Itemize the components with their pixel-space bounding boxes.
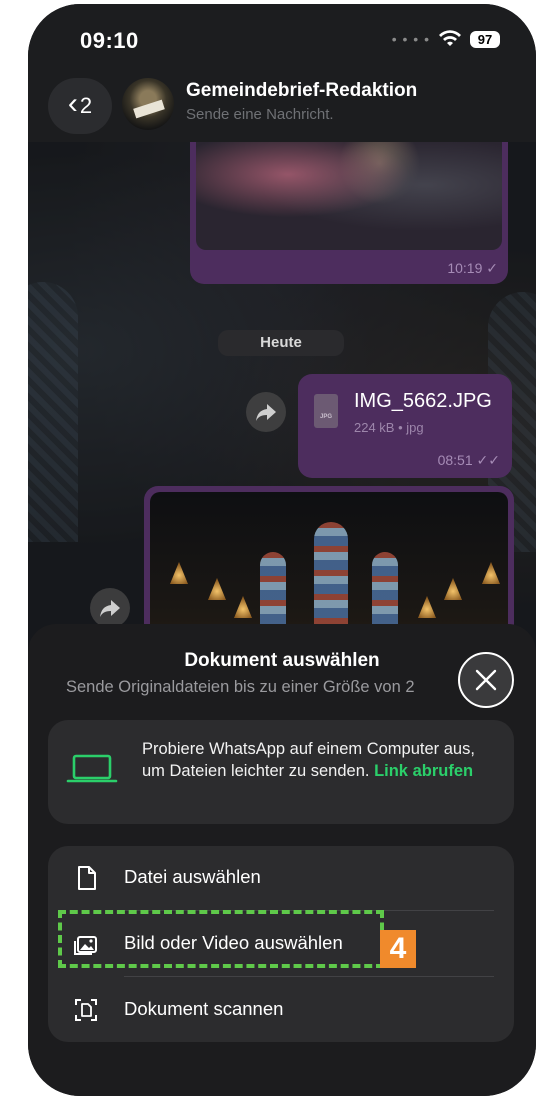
file-meta: 224 kB • jpg: [354, 420, 424, 435]
wifi-icon: [439, 30, 461, 46]
status-bar: 09:10 • • • • 97: [28, 4, 536, 68]
battery-indicator: 97: [470, 30, 500, 48]
option-label: Datei auswählen: [124, 866, 261, 887]
photo-thumbnail[interactable]: [196, 142, 502, 250]
option-scan-document[interactable]: Dokument scannen: [48, 978, 514, 1042]
file-name: IMG_5662.JPG: [354, 390, 492, 412]
step-highlight-frame: [58, 910, 384, 968]
sheet-subtitle: Sende Originaldateien bis zu einer Größe…: [66, 678, 415, 696]
chat-subtitle: Sende eine Nachricht.: [186, 106, 334, 123]
message-time: 08:51 ✓✓: [437, 452, 500, 468]
status-time: 09:10: [80, 28, 139, 53]
day-separator: Heute: [218, 330, 344, 356]
forward-button[interactable]: [246, 392, 286, 432]
chat-header: ‹ 2 Gemeindebrief-Redaktion Sende eine N…: [28, 68, 536, 142]
close-button[interactable]: [458, 652, 514, 708]
avatar[interactable]: [122, 78, 174, 130]
back-button[interactable]: ‹ 2: [48, 78, 112, 134]
signal-dots-icon: • • • •: [391, 31, 430, 47]
option-choose-file[interactable]: Datei auswählen: [48, 846, 514, 910]
document-picker-sheet: Dokument auswählen Sende Originaldateien…: [28, 624, 536, 1096]
close-icon: [475, 669, 497, 691]
forward-icon: [256, 404, 276, 421]
forward-icon: [100, 600, 120, 617]
get-link-link[interactable]: Link abrufen: [374, 762, 473, 780]
chevron-left-icon: ‹: [67, 87, 78, 120]
computer-promo-card: Probiere WhatsApp auf einem Computer aus…: [48, 720, 514, 824]
file-icon: [78, 866, 96, 890]
photo-message[interactable]: 10:19 ✓: [190, 142, 508, 284]
option-label: Dokument scannen: [124, 998, 284, 1019]
file-message[interactable]: JPG IMG_5662.JPG 224 kB • jpg 08:51 ✓✓: [298, 374, 512, 478]
scan-icon: [75, 999, 97, 1021]
forward-button[interactable]: [90, 588, 130, 628]
unread-count: 2: [79, 93, 93, 118]
jpg-file-icon: JPG: [314, 394, 338, 428]
laptop-icon: [66, 754, 118, 783]
chat-name[interactable]: Gemeindebrief-Redaktion: [186, 80, 417, 102]
step-number-badge: 4: [380, 930, 416, 968]
phone-screen: 10:19 ✓ Heute JPG IMG_5662.JPG 224 kB • …: [28, 4, 536, 1096]
message-time: 10:19 ✓: [447, 260, 498, 276]
